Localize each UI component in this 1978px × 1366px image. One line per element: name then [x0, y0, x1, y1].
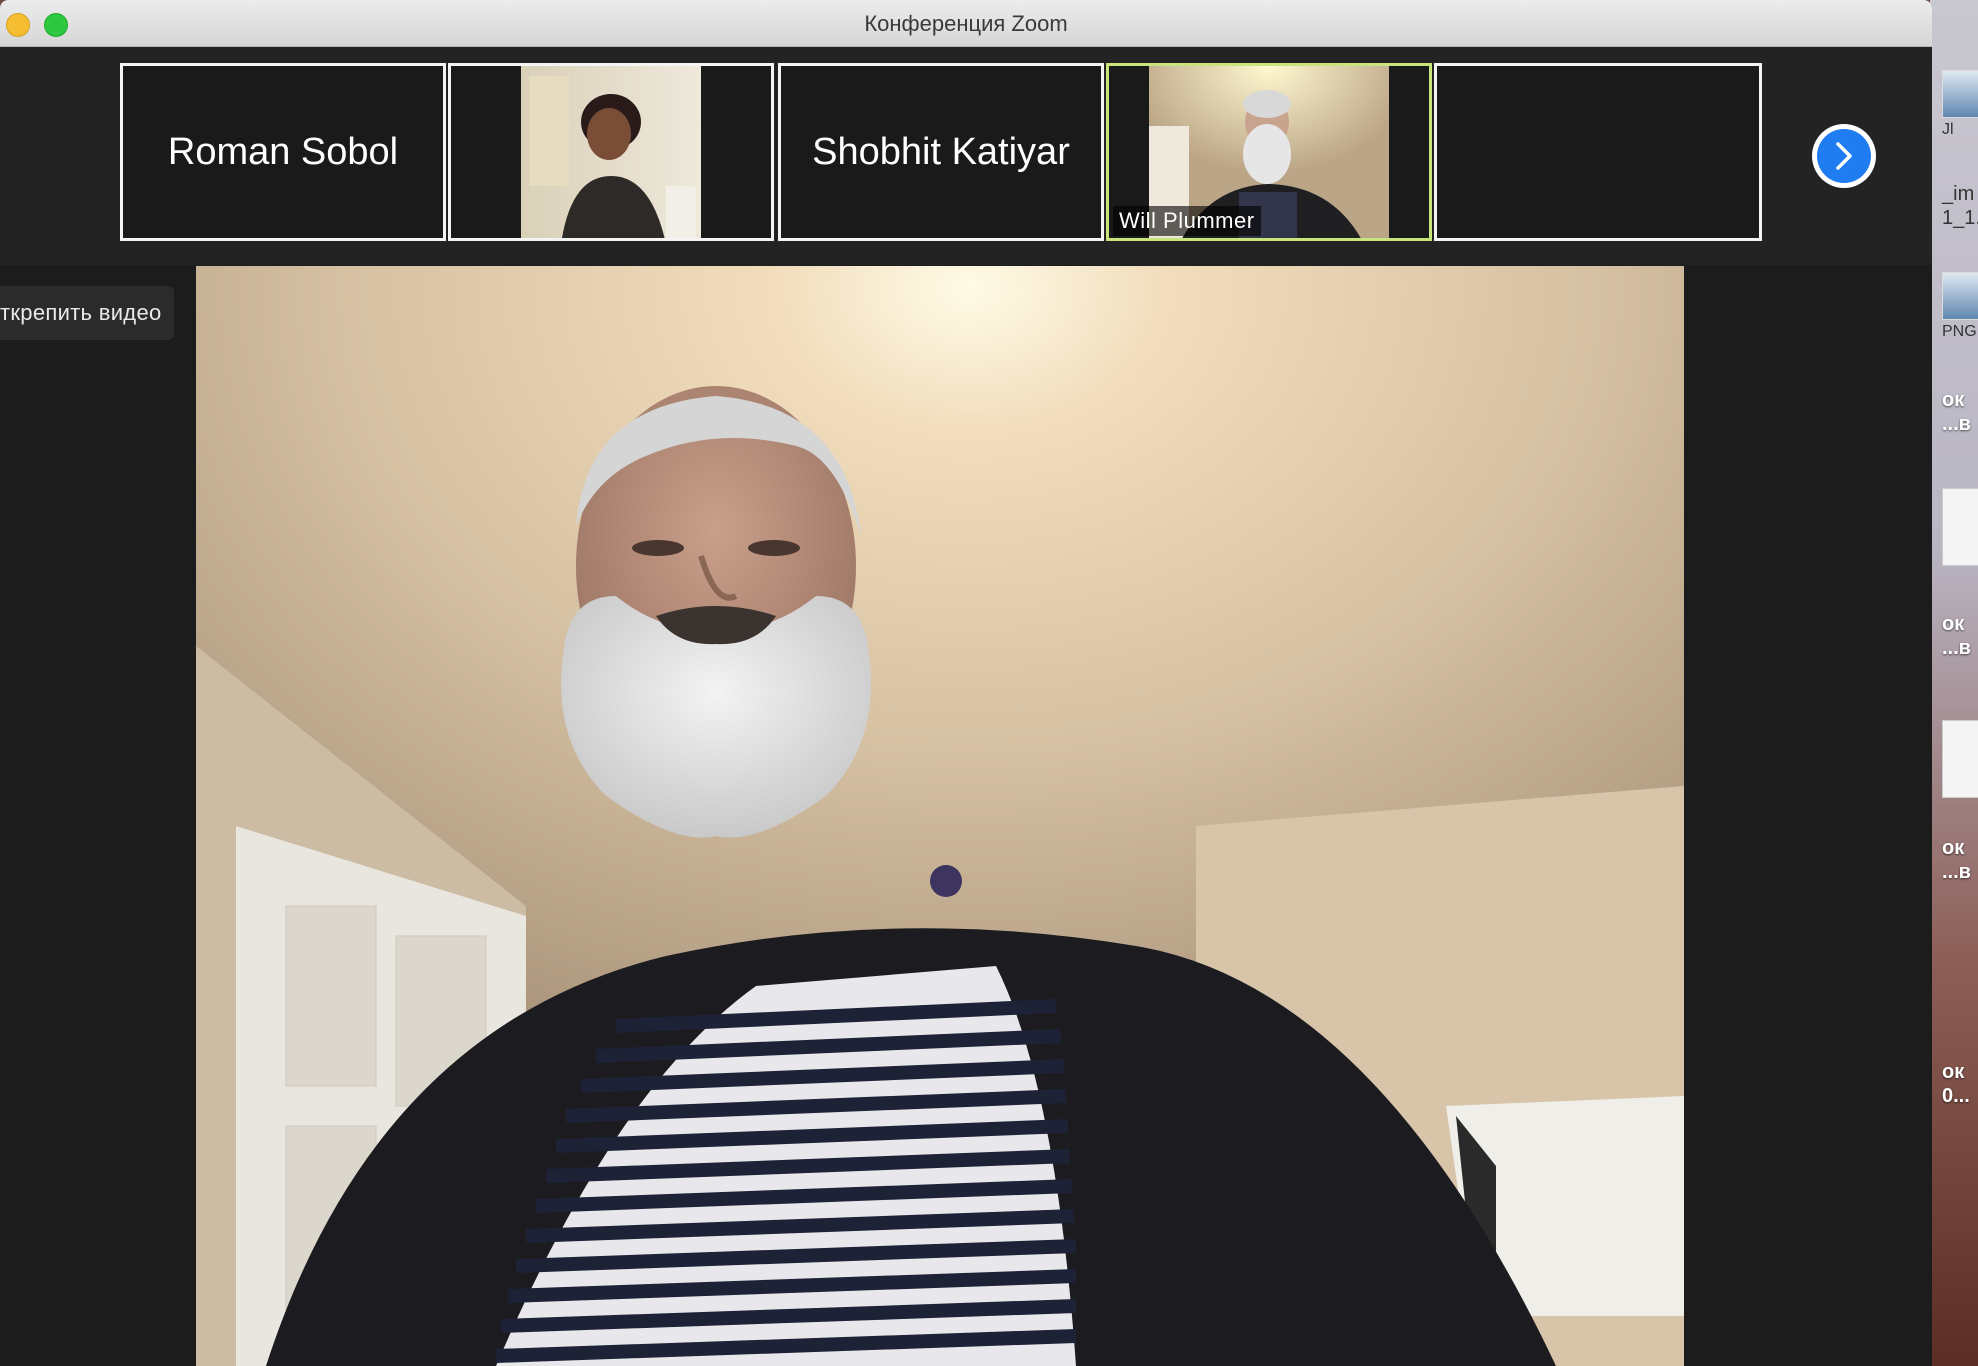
desktop-file-thumbnail	[1942, 720, 1978, 798]
desktop-file-label: ок	[1942, 389, 1965, 411]
desktop-file-label: ...в	[1942, 413, 1971, 435]
desktop-file-label: Jl	[1942, 121, 1954, 138]
desktop-file-label: ок	[1942, 837, 1965, 859]
desktop-file[interactable]: ок ...в	[1942, 388, 1978, 436]
desktop-file[interactable]: PNG	[1942, 272, 1978, 344]
title-bar[interactable]: Конференция Zoom	[0, 0, 1932, 47]
desktop-file[interactable]: _im 1_1.	[1942, 182, 1978, 230]
desktop-file-label: PNG	[1942, 323, 1977, 340]
speaker-video-frame	[196, 266, 1684, 1366]
desktop-file[interactable]: ок ...в	[1942, 836, 1978, 884]
next-page-button-inner	[1817, 129, 1871, 183]
desktop-file[interactable]: Jl	[1942, 70, 1978, 142]
desktop-file-label: ...в	[1942, 637, 1971, 659]
participant-name: Shobhit Katiyar	[812, 130, 1070, 173]
participant-video-frame	[521, 66, 701, 238]
unpin-video-tooltip[interactable]: ткрепить видео	[0, 286, 174, 340]
participant-name: Roman Sobol	[167, 130, 399, 173]
desktop-background: Jl _im 1_1. PNG ок ...в ок ...в ок ...в …	[1930, 0, 1978, 1366]
desktop-file[interactable]: ок ...в	[1942, 612, 1978, 660]
desktop-file-thumbnail	[1942, 488, 1978, 566]
participant-tile[interactable]	[1434, 63, 1762, 241]
desktop-file-label: ...в	[1942, 861, 1971, 883]
main-speaker-video[interactable]	[196, 266, 1684, 1366]
participant-video	[521, 66, 701, 238]
participant-tile[interactable]: Shobhit Katiyar	[778, 63, 1104, 241]
desktop-file-label: _im	[1942, 183, 1975, 205]
desktop-file-thumbnail	[1942, 272, 1978, 320]
participant-tile[interactable]	[448, 63, 774, 241]
zoom-window: Конференция Zoom Roman Sobol Shobhit Kat…	[0, 0, 1932, 1366]
participant-name-label: Will Plummer	[1113, 206, 1261, 236]
desktop-file[interactable]	[1942, 488, 1978, 566]
next-page-button[interactable]	[1812, 124, 1876, 188]
desktop-file[interactable]	[1942, 720, 1978, 798]
participant-tile-active-speaker[interactable]: Will Plummer	[1106, 63, 1432, 241]
desktop-file[interactable]: ок 0...	[1942, 1060, 1978, 1108]
desktop-file-thumbnail	[1942, 70, 1978, 118]
window-title: Конференция Zoom	[864, 11, 1068, 36]
desktop-file-label: ок	[1942, 1061, 1965, 1083]
desktop-file-label: ок	[1942, 613, 1965, 635]
participant-tile[interactable]: Roman Sobol	[120, 63, 446, 241]
desktop-file-label: 0...	[1942, 1085, 1970, 1107]
participant-strip: Roman Sobol Shobhit Katiyar Will Plummer	[0, 47, 1932, 265]
chevron-right-icon	[1836, 142, 1852, 170]
desktop-file-label: 1_1.	[1942, 207, 1978, 229]
